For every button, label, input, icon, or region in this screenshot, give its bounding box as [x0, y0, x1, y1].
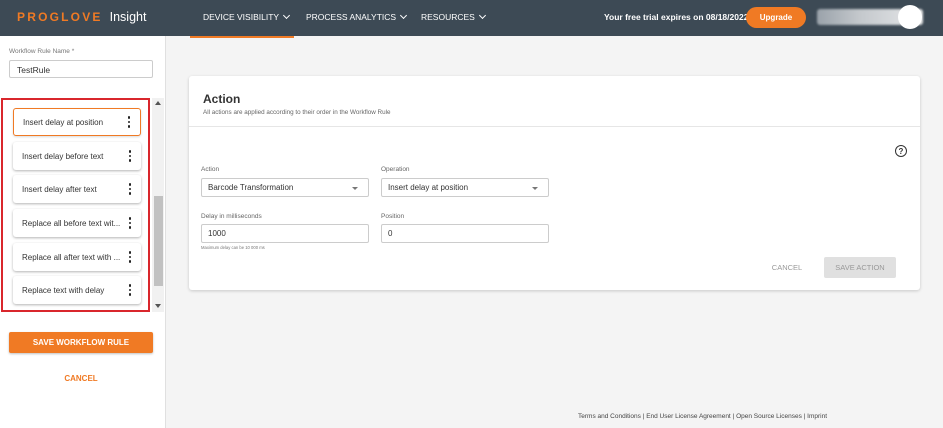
dropdown-arrow-icon	[532, 187, 538, 190]
nav-label: PROCESS ANALYTICS	[306, 12, 397, 22]
save-action-button[interactable]: SAVE ACTION	[824, 257, 896, 278]
rule-name-label: Workflow Rule Name *	[9, 48, 75, 55]
terms-link[interactable]: Terms and Conditions	[578, 413, 641, 420]
save-workflow-rule-button[interactable]: SAVE WORKFLOW RULE	[9, 332, 153, 353]
action-label: Action	[201, 166, 220, 173]
more-vert-icon[interactable]	[124, 284, 136, 296]
position-input[interactable]: 0	[381, 224, 549, 243]
nav-label: DEVICE VISIBILITY	[203, 12, 280, 22]
dropdown-arrow-icon	[352, 187, 358, 190]
cancel-action-button[interactable]: CANCEL	[759, 257, 815, 278]
nav-resources[interactable]: RESOURCES	[421, 11, 486, 22]
workflow-rule-panel: Workflow Rule Name * TestRule Insert del…	[0, 36, 166, 428]
operation-label: Operation	[381, 166, 410, 173]
delay-hint: Maximum delay can be 10 000 ms	[201, 245, 265, 250]
scroll-up-arrow-icon[interactable]	[155, 101, 161, 105]
action-select[interactable]: Barcode Transformation	[201, 178, 369, 197]
action-card: Action All actions are applied according…	[189, 76, 920, 290]
trial-notice: Your free trial expires on 08/18/2022	[604, 12, 749, 22]
more-vert-icon[interactable]	[123, 116, 135, 128]
eula-link[interactable]: End User License Agreement	[646, 413, 731, 420]
open-source-link[interactable]: Open Source Licenses	[736, 413, 802, 420]
actions-list: Insert delay at position Insert delay be…	[1, 98, 150, 312]
help-icon[interactable]: ?	[895, 145, 907, 157]
more-vert-icon[interactable]	[124, 183, 136, 195]
brand-name: PROGLOVE	[17, 10, 103, 24]
action-item-label: Replace text with delay	[22, 285, 105, 295]
upgrade-button[interactable]: Upgrade	[746, 7, 806, 28]
action-select-value: Barcode Transformation	[208, 183, 294, 192]
action-item-label: Insert delay after text	[22, 184, 97, 194]
imprint-link[interactable]: Imprint	[807, 413, 827, 420]
action-item-label: Insert delay before text	[22, 151, 104, 161]
nav-label: RESOURCES	[421, 12, 475, 22]
scroll-thumb[interactable]	[154, 196, 163, 286]
cancel-rule-button[interactable]: CANCEL	[9, 374, 153, 383]
more-vert-icon[interactable]	[124, 251, 136, 263]
chevron-down-icon	[478, 11, 486, 20]
chevron-down-icon	[283, 11, 291, 20]
action-item[interactable]: Insert delay before text	[13, 142, 141, 170]
card-subtitle: All actions are applied according to the…	[203, 109, 391, 116]
top-bar: PROGLOVE Insight DEVICE VISIBILITY PROCE…	[0, 0, 943, 36]
card-title: Action	[203, 92, 241, 106]
action-item-label: Replace all before text wit...	[22, 218, 121, 228]
scroll-down-arrow-icon[interactable]	[155, 304, 161, 308]
nav-process-analytics[interactable]: PROCESS ANALYTICS	[306, 11, 408, 22]
product-name: Insight	[109, 10, 147, 24]
more-vert-icon[interactable]	[124, 217, 136, 229]
position-label: Position	[381, 213, 405, 220]
action-item[interactable]: Replace all before text wit...	[13, 209, 141, 237]
action-item[interactable]: Replace all after text with ...	[13, 243, 141, 271]
action-item-label: Replace all after text with ...	[22, 252, 121, 262]
nav-device-visibility[interactable]: DEVICE VISIBILITY	[203, 11, 291, 22]
delay-input[interactable]: 1000	[201, 224, 369, 243]
avatar[interactable]	[898, 5, 922, 29]
action-item[interactable]: Insert delay at position	[13, 108, 141, 136]
logo[interactable]: PROGLOVE Insight	[17, 10, 146, 24]
footer: Terms and Conditions | End User License …	[578, 413, 827, 420]
action-item[interactable]: Insert delay after text	[13, 175, 141, 203]
operation-select-value: Insert delay at position	[388, 183, 469, 192]
action-card-header: Action All actions are applied according…	[189, 76, 920, 127]
actions-scrollbar[interactable]	[152, 98, 164, 312]
delay-label: Delay in milliseconds	[201, 213, 262, 220]
action-item[interactable]: Replace text with delay	[13, 276, 141, 304]
rule-name-input[interactable]: TestRule	[9, 60, 153, 78]
operation-select[interactable]: Insert delay at position	[381, 178, 549, 197]
chevron-down-icon	[400, 11, 408, 20]
active-tab-indicator	[190, 36, 294, 38]
action-item-label: Insert delay at position	[23, 117, 104, 127]
more-vert-icon[interactable]	[124, 150, 136, 162]
